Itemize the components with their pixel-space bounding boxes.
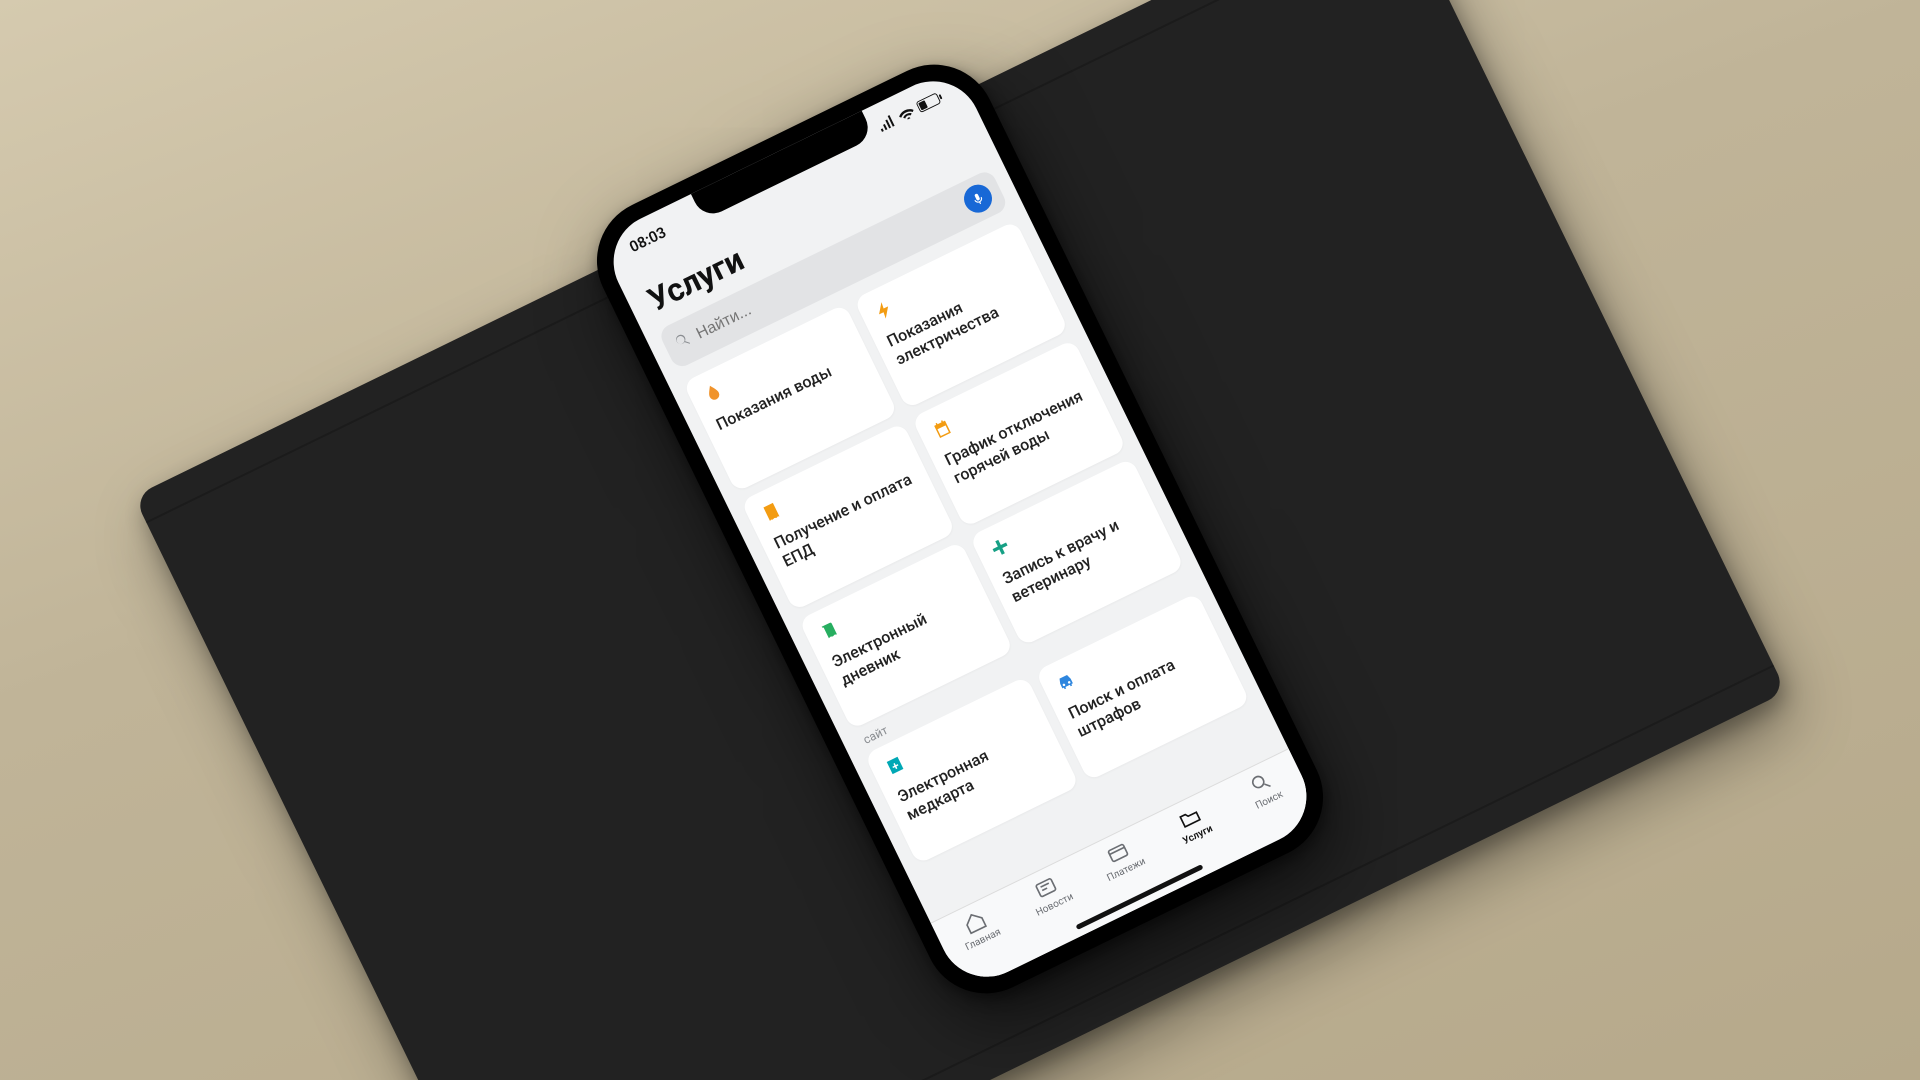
status-time: 08:03 bbox=[627, 223, 669, 256]
book-icon bbox=[815, 616, 844, 645]
water-drop-icon bbox=[699, 379, 728, 408]
car-icon bbox=[1051, 668, 1080, 697]
wifi-icon bbox=[897, 105, 917, 123]
service-card-title: Электронный дневник bbox=[829, 586, 987, 691]
calendar-icon bbox=[927, 414, 956, 443]
voice-search-button[interactable] bbox=[959, 180, 996, 217]
service-card-title: Поиск и оплата штрафов bbox=[1065, 638, 1223, 743]
battery-icon bbox=[915, 91, 944, 113]
service-card-title: Запись к врачу и ветеринару bbox=[999, 503, 1157, 608]
plus-icon bbox=[985, 533, 1014, 562]
cellular-signal-icon bbox=[876, 114, 897, 133]
service-card-title: Показания воды bbox=[713, 349, 862, 436]
service-card-title: Показания электричества bbox=[884, 266, 1042, 371]
service-card-title: Электронная медкарта bbox=[894, 721, 1052, 826]
bolt-icon bbox=[870, 295, 899, 324]
service-card-title: График отключения горячей воды bbox=[942, 384, 1100, 489]
service-card-title: Получение и оплата ЕПД bbox=[771, 467, 929, 572]
search-icon bbox=[672, 330, 695, 355]
receipt-icon bbox=[757, 497, 786, 526]
medcard-icon bbox=[880, 751, 909, 780]
